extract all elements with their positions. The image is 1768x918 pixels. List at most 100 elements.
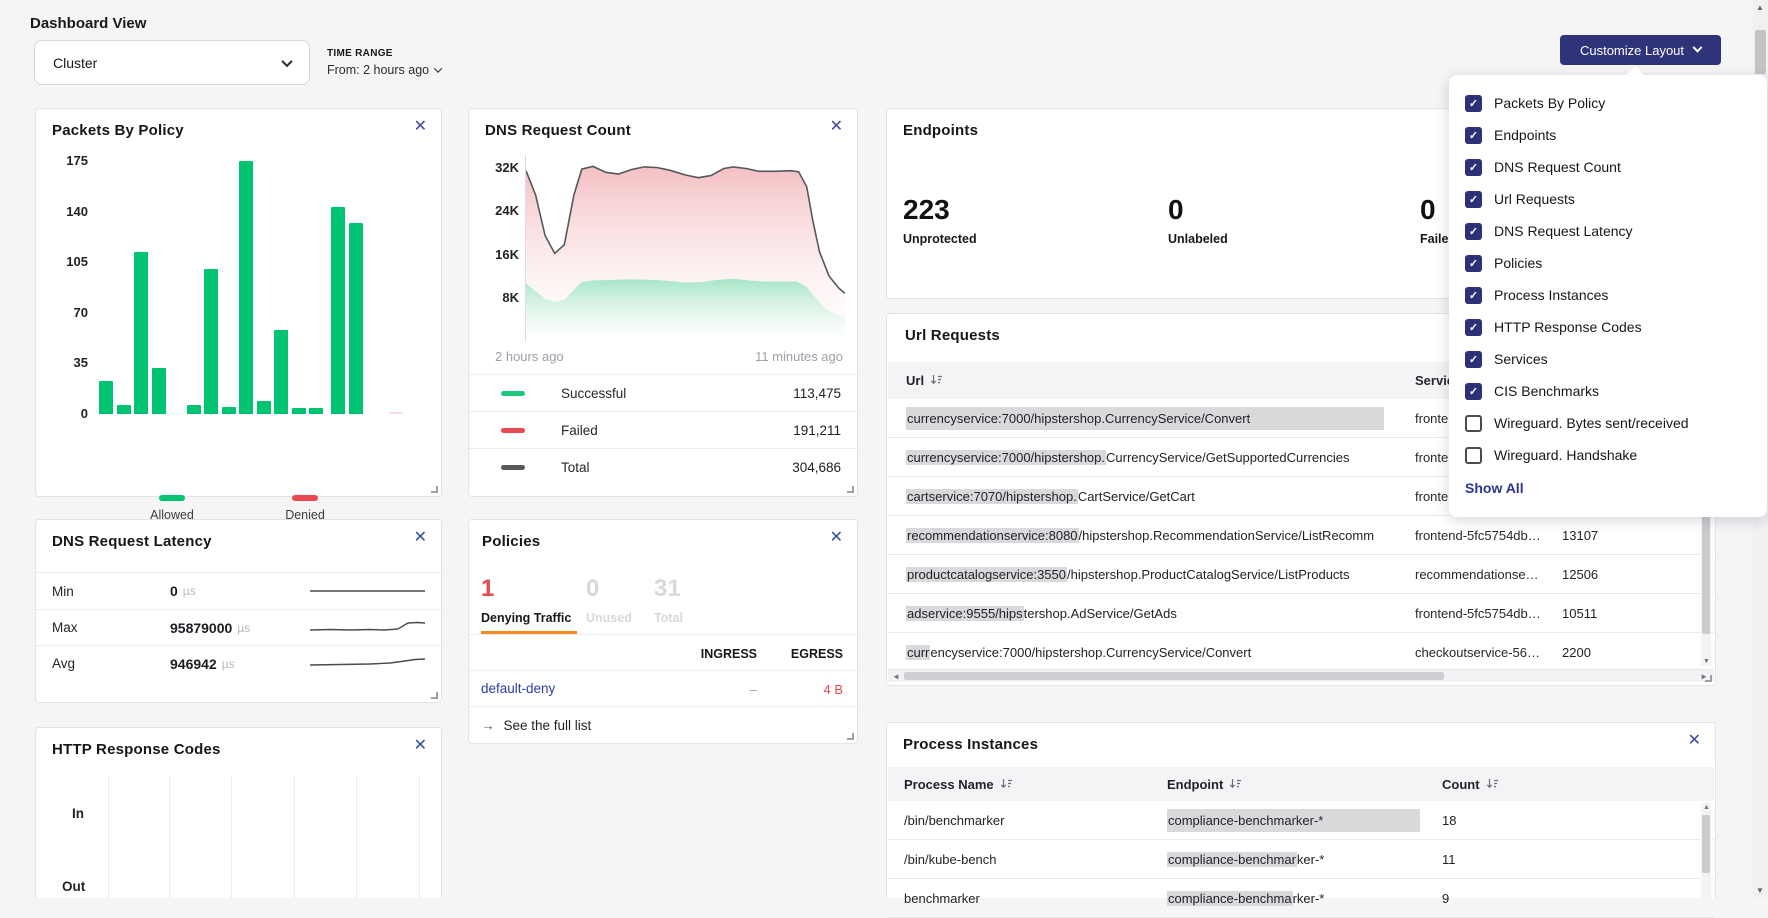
column-header-ingress: INGRESS	[687, 647, 757, 661]
checkbox-checked[interactable]: ✓	[1465, 223, 1482, 240]
checkbox-checked[interactable]: ✓	[1465, 255, 1482, 272]
menu-item-wireguard-bytes-sent-received[interactable]: Wireguard. Bytes sent/received	[1465, 407, 1767, 439]
legend-label: Failed	[561, 423, 598, 438]
gridline	[108, 776, 109, 898]
checkbox-checked[interactable]: ✓	[1465, 159, 1482, 176]
chevron-down-icon	[434, 64, 442, 72]
bar-allowed	[152, 368, 166, 414]
url-table-row[interactable]: currencyservice:7000/hipstershop.Currenc…	[888, 633, 1714, 672]
policies-tab-denying-traffic[interactable]: 1Denying Traffic	[481, 575, 571, 625]
stat-value: 223	[903, 194, 977, 226]
legend-row-total: Total304,686	[469, 448, 857, 485]
column-header-endpoint[interactable]: Endpoint	[1167, 777, 1432, 792]
bar-allowed	[222, 407, 236, 414]
scroll-down-icon[interactable]: ▼	[1756, 886, 1764, 895]
menu-item-packets-by-policy[interactable]: ✓Packets By Policy	[1465, 87, 1767, 119]
area-chart-legend: Successful113,475Failed191,211Total304,6…	[469, 374, 857, 485]
resize-handle[interactable]	[847, 486, 854, 493]
card-packets-by-policy: Packets By Policy ✕ 17514010570350 Allow…	[35, 108, 442, 497]
close-icon[interactable]: ✕	[830, 119, 843, 135]
menu-item-label: DNS Request Count	[1494, 159, 1621, 175]
checkbox-checked[interactable]: ✓	[1465, 95, 1482, 112]
policy-link[interactable]: default-deny	[481, 681, 555, 696]
card-title: HTTP Response Codes	[52, 741, 221, 758]
column-header-count[interactable]: Count	[1442, 777, 1522, 792]
column-header-process-name[interactable]: Process Name	[904, 777, 1154, 792]
service-cell: checkoutservice-56…	[1415, 645, 1553, 660]
legend-value: 304,686	[792, 460, 841, 475]
policy-ingress-value: –	[697, 682, 757, 697]
close-icon[interactable]: ✕	[414, 530, 427, 546]
see-full-list-label: See the full list	[504, 718, 592, 733]
close-icon[interactable]: ✕	[414, 119, 427, 135]
checkbox-checked[interactable]: ✓	[1465, 351, 1482, 368]
close-icon[interactable]: ✕	[830, 530, 843, 546]
view-selector-dropdown[interactable]: Cluster	[34, 40, 310, 85]
see-full-list-link[interactable]: → See the full list	[481, 718, 591, 733]
checkbox-checked[interactable]: ✓	[1465, 287, 1482, 304]
tab-count: 0	[586, 575, 632, 603]
url-table-horizontal-scrollbar[interactable]: ◄ ►	[888, 669, 1714, 682]
menu-item-dns-request-count[interactable]: ✓ DNS Request Count	[1465, 151, 1767, 183]
menu-item-services[interactable]: ✓Services	[1465, 343, 1767, 375]
menu-item-wireguard-handshake[interactable]: Wireguard. Handshake	[1465, 439, 1767, 471]
chevron-down-icon	[281, 55, 292, 66]
count-cell: 9	[1442, 891, 1522, 906]
checkbox-checked[interactable]: ✓	[1465, 383, 1482, 400]
process-table-row[interactable]: benchmarkercompliance-benchmarker-*9	[888, 879, 1714, 918]
customize-layout-button[interactable]: Customize Layout	[1560, 35, 1721, 65]
page-scrollbar-thumb[interactable]	[1755, 30, 1766, 74]
policies-tab-total[interactable]: 31Total	[654, 575, 683, 625]
legend-swatch	[501, 428, 525, 433]
time-range-label: TIME RANGE	[327, 48, 441, 59]
menu-item-label: Url Requests	[1494, 191, 1575, 207]
checkbox-checked[interactable]: ✓	[1465, 319, 1482, 336]
process-table-row[interactable]: /bin/benchmarkercompliance-benchmarker-*…	[888, 801, 1714, 840]
show-all-link[interactable]: Show All	[1465, 480, 1767, 496]
x-axis-label-right: 11 minutes ago	[755, 349, 843, 364]
latency-value: 946942	[170, 656, 217, 672]
resize-handle[interactable]	[847, 733, 854, 740]
legend-item-allowed: Allowed	[132, 495, 212, 522]
resize-handle[interactable]	[1705, 675, 1712, 682]
checkbox-checked[interactable]: ✓	[1465, 191, 1482, 208]
count-cell: 2200	[1562, 645, 1642, 660]
url-table-row[interactable]: adservice:9555/hipstershop.AdService/Get…	[888, 594, 1714, 633]
latency-value: 95879000	[170, 620, 232, 636]
card-title: Packets By Policy	[52, 122, 184, 139]
url-table-row[interactable]: productcatalogservice:3550/hipstershop.P…	[888, 555, 1714, 594]
resize-handle[interactable]	[431, 486, 438, 493]
latency-label: Max	[52, 620, 170, 635]
bar-allowed	[309, 408, 323, 414]
column-header-url[interactable]: Url	[906, 373, 1406, 388]
time-range-value[interactable]: From: 2 hours ago	[327, 63, 441, 77]
gridline	[356, 776, 357, 898]
policies-tab-unused[interactable]: 0Unused	[586, 575, 632, 625]
close-icon[interactable]: ✕	[414, 738, 427, 754]
resize-handle[interactable]	[431, 692, 438, 699]
checkbox-unchecked[interactable]	[1465, 415, 1482, 432]
checkbox-unchecked[interactable]	[1465, 447, 1482, 464]
legend-swatch	[292, 495, 318, 501]
menu-item-policies[interactable]: ✓Policies	[1465, 247, 1767, 279]
menu-item-url-requests[interactable]: ✓ Url Requests	[1465, 183, 1767, 215]
menu-item-endpoints[interactable]: ✓Endpoints	[1465, 119, 1767, 151]
y-tick-label: 35	[54, 355, 88, 370]
scroll-up-icon[interactable]: ▲	[1756, 3, 1764, 12]
close-icon[interactable]: ✕	[1688, 733, 1701, 749]
card-title: Process Instances	[903, 736, 1038, 753]
url-table-row[interactable]: recommendationservice:8080/hipstershop.R…	[888, 516, 1714, 555]
process-table-row[interactable]: /bin/kube-benchcompliance-benchmarker-*1…	[888, 840, 1714, 879]
sort-icon	[930, 373, 943, 388]
customize-layout-label: Customize Layout	[1580, 43, 1684, 58]
menu-item-cis-benchmarks[interactable]: ✓CIS Benchmarks	[1465, 375, 1767, 407]
card-dns-request-count: DNS Request Count ✕ 32K24K16K8K 2 hours …	[468, 108, 858, 497]
endpoint-highlight: compliance-benchmar	[1167, 852, 1297, 867]
menu-item-process-instances[interactable]: ✓Process Instances	[1465, 279, 1767, 311]
menu-item-http-response-codes[interactable]: ✓HTTP Response Codes	[1465, 311, 1767, 343]
checkbox-checked[interactable]: ✓	[1465, 127, 1482, 144]
process-table-scrollbar[interactable]: ▲	[1701, 803, 1711, 899]
menu-item-dns-request-latency[interactable]: ✓DNS Request Latency	[1465, 215, 1767, 247]
policies-table-header: INGRESS EGRESS	[469, 635, 857, 671]
service-cell: recommendationse…	[1415, 567, 1553, 582]
